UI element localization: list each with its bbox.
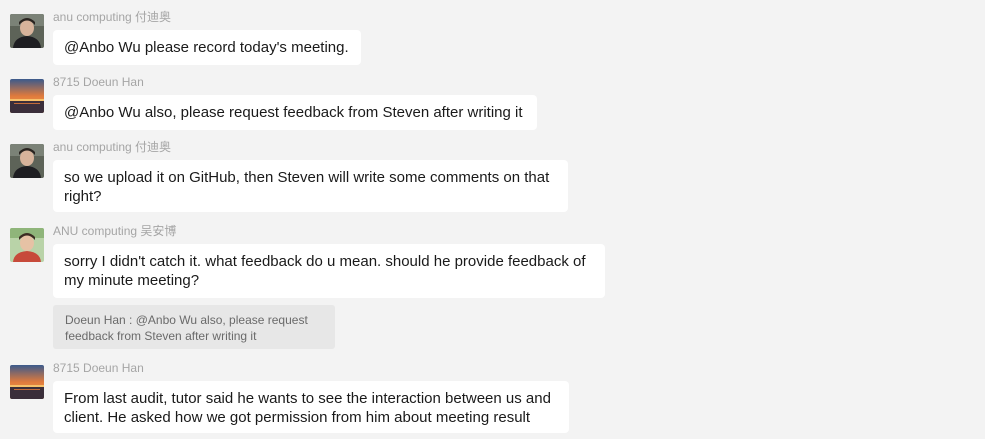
- message-bubble[interactable]: so we upload it on GitHub, then Steven w…: [53, 160, 568, 212]
- sender-name: 8715 Doeun Han: [53, 361, 144, 375]
- avatar-sunset-icon[interactable]: [10, 79, 44, 113]
- sender-name: anu computing 付迪奥: [53, 10, 172, 24]
- message-bubble[interactable]: @Anbo Wu also, please request feedback f…: [53, 95, 537, 130]
- avatar-green-portrait-icon[interactable]: [10, 228, 44, 262]
- chat-message-list: anu computing 付迪奥 @Anbo Wu please record…: [0, 0, 985, 439]
- sender-name: ANU computing 吴安博: [53, 224, 177, 238]
- message-bubble[interactable]: @Anbo Wu please record today's meeting.: [53, 30, 361, 65]
- avatar-dark-portrait-icon[interactable]: [10, 144, 44, 178]
- quoted-reply[interactable]: Doeun Han : @Anbo Wu also, please reques…: [53, 305, 335, 349]
- message-bubble[interactable]: From last audit, tutor said he wants to …: [53, 381, 569, 433]
- sender-name: anu computing 付迪奥: [53, 140, 172, 154]
- avatar-dark-portrait-icon[interactable]: [10, 14, 44, 48]
- avatar-sunset-icon[interactable]: [10, 365, 44, 399]
- sender-name: 8715 Doeun Han: [53, 75, 144, 89]
- message-bubble[interactable]: sorry I didn't catch it. what feedback d…: [53, 244, 605, 298]
